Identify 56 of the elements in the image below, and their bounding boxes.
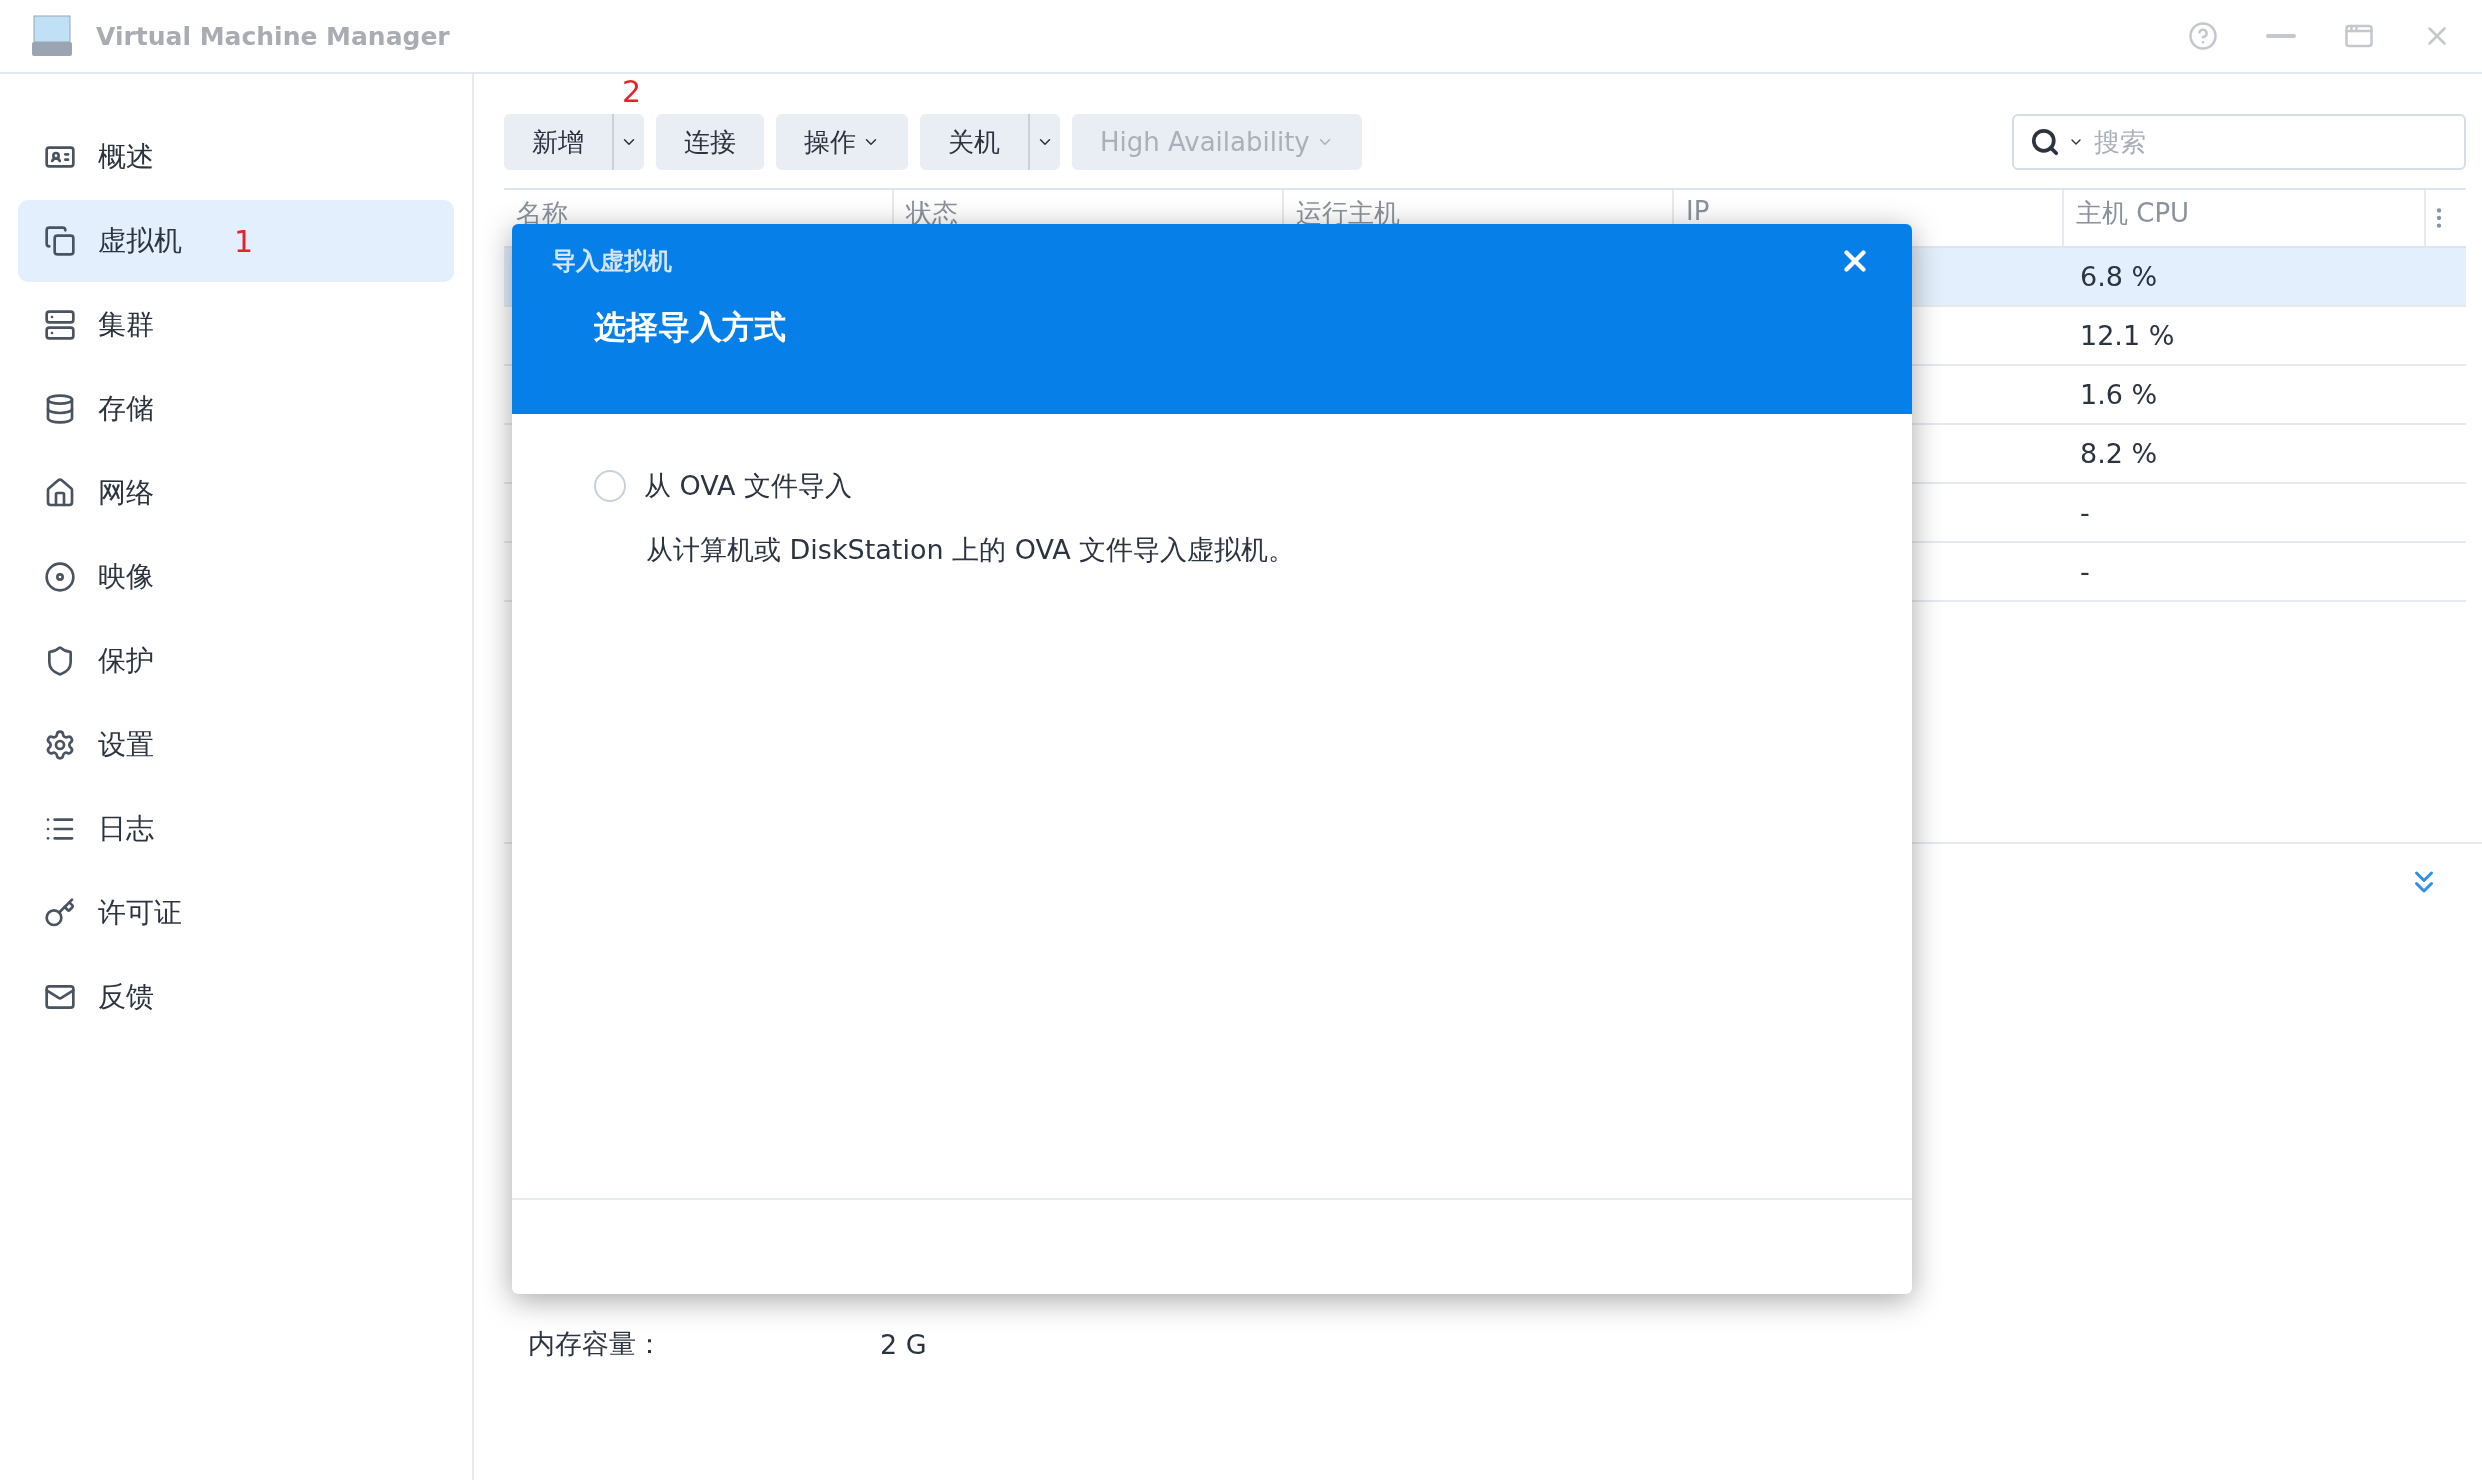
sidebar-item[interactable]: 集群 <box>18 284 454 366</box>
sidebar-item[interactable]: 映像 <box>18 536 454 618</box>
table-cell-text: - <box>2079 496 2091 530</box>
sidebar-item[interactable]: 虚拟机 1 <box>18 200 454 282</box>
toolbar-menu-button[interactable]: 操作 <box>776 114 908 170</box>
sidebar-label: 映像 <box>98 559 154 595</box>
sidebar-label: 反馈 <box>98 979 154 1015</box>
sidebar-label: 虚拟机 <box>98 223 182 259</box>
disc-icon <box>44 561 76 593</box>
window-title: Virtual Machine Manager <box>96 21 451 51</box>
annotation-number: 1 <box>234 223 254 259</box>
minimize-button[interactable] <box>2266 34 2296 38</box>
detail-label: 内存容量： <box>528 1327 664 1361</box>
sidebar-item[interactable]: 许可证 <box>18 872 454 954</box>
dialog-heading: 选择导入方式 <box>594 307 786 348</box>
settings-icon <box>44 729 76 761</box>
option-description: 从计算机或 DiskStation 上的 OVA 文件导入虚拟机。 <box>646 533 1297 567</box>
table-cell-text: 8.2 % <box>2079 437 2159 471</box>
search-icon <box>2030 127 2060 157</box>
help-button[interactable] <box>2188 21 2218 51</box>
sidebar-label: 网络 <box>98 475 154 511</box>
sidebar-item[interactable]: 概述 <box>18 116 454 198</box>
sidebar-label: 设置 <box>98 727 154 763</box>
sidebar-label: 概述 <box>98 139 154 175</box>
search-box[interactable]: 搜索 <box>2012 114 2466 170</box>
sidebar-label: 集群 <box>98 307 154 343</box>
sidebar-item[interactable]: 反馈 <box>18 956 454 1038</box>
table-cell-text: 6.8 % <box>2079 260 2159 294</box>
help-icon <box>2188 21 2218 51</box>
sidebar-item[interactable]: 网络 <box>18 452 454 534</box>
sidebar-label: 存储 <box>98 391 154 427</box>
minimize-icon <box>2266 34 2296 38</box>
detail-value: 2 G <box>880 1328 927 1360</box>
toolbar-button[interactable]: 新增 <box>504 114 614 170</box>
house-icon <box>44 477 76 509</box>
sidebar-item[interactable]: 设置 <box>18 704 454 786</box>
sidebar-item[interactable]: 保护 <box>18 620 454 702</box>
radio-button[interactable] <box>594 470 626 502</box>
option-label: 从 OVA 文件导入 <box>644 469 853 503</box>
annotation-number: 2 <box>622 74 642 109</box>
app-logo-icon <box>30 14 74 58</box>
database-icon <box>44 393 76 425</box>
sidebar-label: 许可证 <box>98 895 182 931</box>
copy-icon <box>44 225 76 257</box>
sidebar-item[interactable]: 日志 <box>18 788 454 870</box>
sidebar-label: 日志 <box>98 811 154 847</box>
dialog-title: 导入虚拟机 <box>552 246 672 277</box>
toolbar-button[interactable]: 连接 <box>656 114 764 170</box>
server-icon <box>44 309 76 341</box>
sidebar-item[interactable]: 存储 <box>18 368 454 450</box>
table-cell-text: - <box>2079 555 2091 589</box>
toolbar-button[interactable]: 关机 <box>920 114 1030 170</box>
key-icon <box>44 897 76 929</box>
sidebar-label: 保护 <box>98 643 154 679</box>
table-cell-text: 12.1 % <box>2079 319 2176 353</box>
table-cell-text: 1.6 % <box>2079 378 2159 412</box>
